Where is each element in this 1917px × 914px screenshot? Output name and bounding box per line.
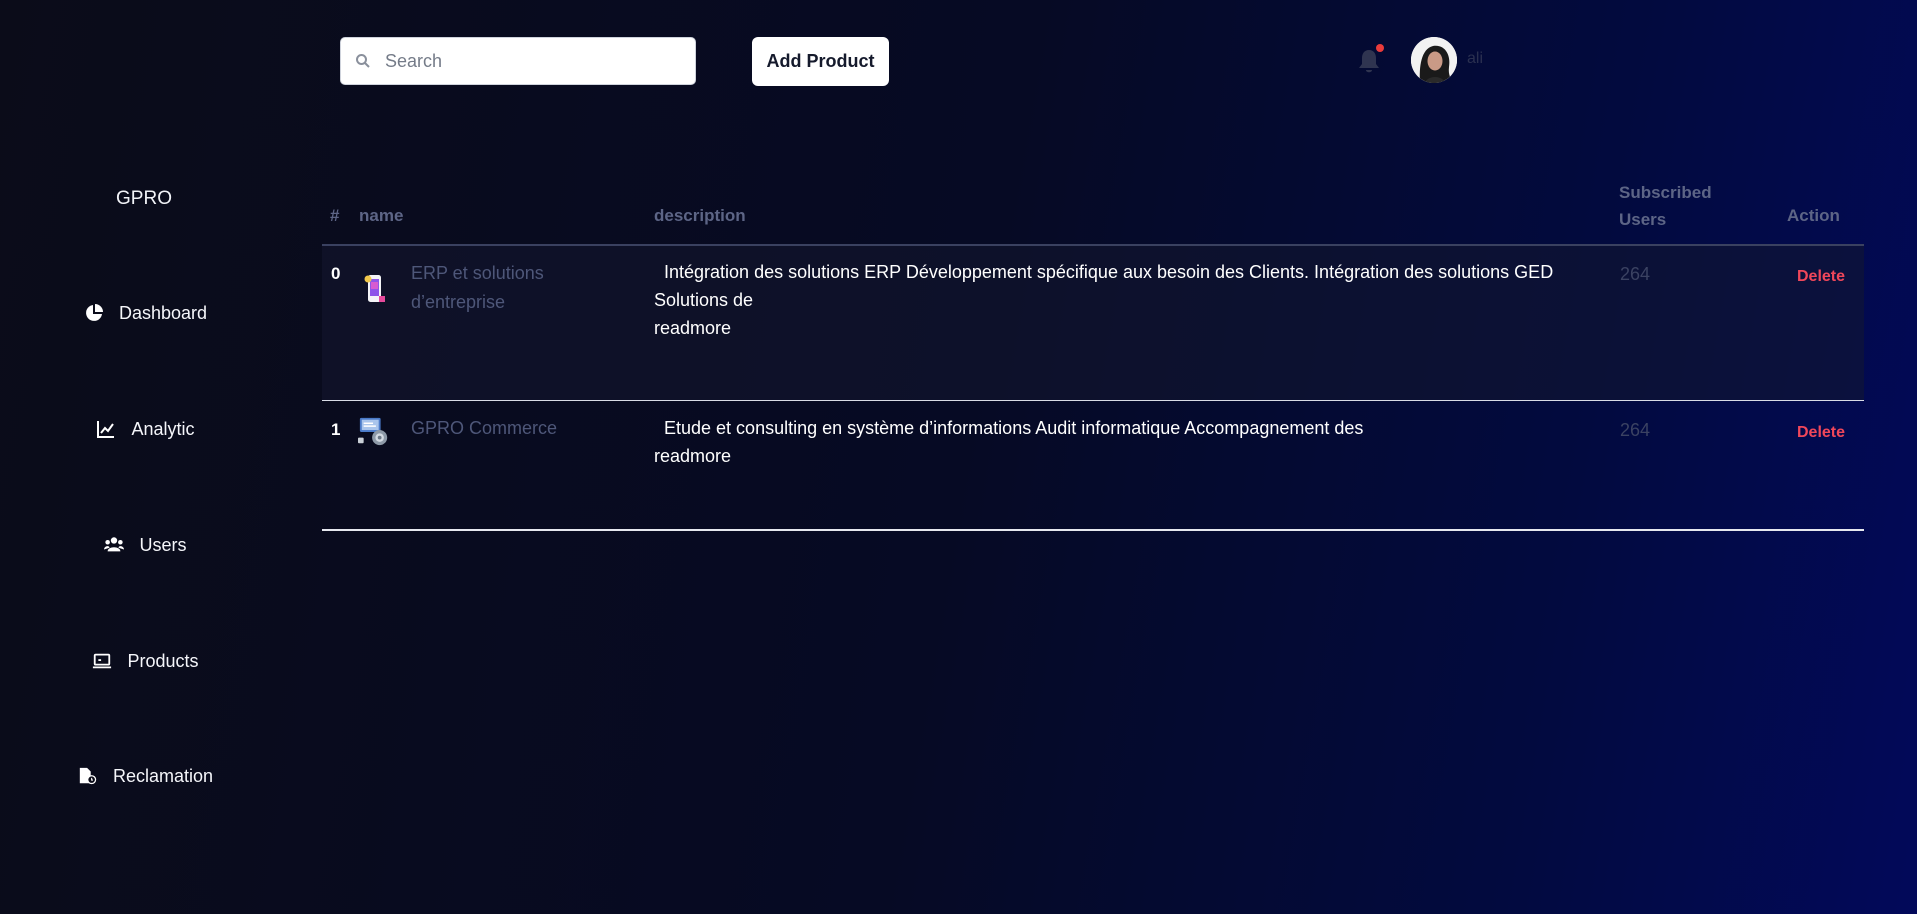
pie-chart-icon	[83, 302, 105, 324]
sidebar-item-label: Reclamation	[112, 765, 214, 786]
sidebar-item-label: Users	[139, 534, 187, 555]
product-thumbnail	[358, 417, 388, 446]
sidebar-item-label: Dashboard	[118, 302, 208, 323]
column-header-subscribed-users: Subscribed Users	[1619, 179, 1712, 233]
column-header-description: description	[654, 206, 746, 225]
avatar[interactable]	[1411, 37, 1457, 83]
search-field[interactable]	[340, 37, 696, 85]
sidebar-item-dashboard[interactable]: Dashboard	[0, 302, 290, 324]
column-header-subscribed-line1: Subscribed	[1619, 183, 1712, 202]
username[interactable]: ali	[1467, 50, 1483, 68]
column-header-name: name	[359, 206, 404, 225]
column-header-subscribed-line2: Users	[1619, 210, 1667, 229]
product-name: GPRO Commerce	[411, 418, 558, 438]
row-index: 1	[331, 420, 341, 439]
brand-logo: GPRO	[116, 188, 172, 209]
product-name-line2: d’entreprise	[411, 292, 506, 312]
sidebar: GPRO Dashboard Analytic Users Products R…	[0, 0, 290, 914]
row-divider	[322, 400, 1864, 401]
line-chart-icon	[95, 418, 117, 440]
readmore-link[interactable]: readmore	[654, 442, 1584, 470]
sidebar-item-reclamation[interactable]: Reclamation	[0, 765, 290, 787]
search-icon	[355, 53, 371, 69]
notification-badge	[1376, 44, 1384, 52]
product-description: Intégration des solutions ERP Développem…	[654, 258, 1584, 342]
sidebar-item-products[interactable]: Products	[0, 650, 290, 672]
product-name-line1: ERP et solutions	[411, 263, 544, 283]
file-clock-icon	[77, 765, 99, 787]
table-bottom-divider	[322, 529, 1864, 531]
users-icon	[103, 534, 125, 556]
sidebar-item-label: Analytic	[131, 418, 195, 439]
sidebar-item-label: Products	[127, 650, 199, 671]
delete-button[interactable]: Delete	[1797, 268, 1845, 286]
subscribed-users-count: 264	[1620, 264, 1651, 284]
description-line1: Etude et consulting en système d’informa…	[654, 418, 1364, 438]
sidebar-item-users[interactable]: Users	[0, 534, 290, 556]
description-line2: Solutions de	[654, 290, 754, 310]
product-name: ERP et solutions d’entreprise	[411, 259, 581, 317]
readmore-link[interactable]: readmore	[654, 314, 1584, 342]
product-thumbnail	[364, 275, 385, 302]
search-input[interactable]	[383, 49, 677, 73]
delete-button[interactable]: Delete	[1797, 424, 1845, 442]
laptop-icon	[91, 650, 113, 672]
description-line1: Intégration des solutions ERP Développem…	[654, 262, 1554, 282]
column-header-index: #	[330, 206, 340, 225]
sidebar-item-analytic[interactable]: Analytic	[0, 418, 290, 440]
row-index: 0	[331, 264, 341, 283]
column-header-action: Action	[1787, 206, 1840, 225]
add-product-button[interactable]: Add Product	[752, 37, 889, 86]
subscribed-users-count: 264	[1620, 420, 1651, 440]
product-description: Etude et consulting en système d’informa…	[654, 414, 1584, 470]
